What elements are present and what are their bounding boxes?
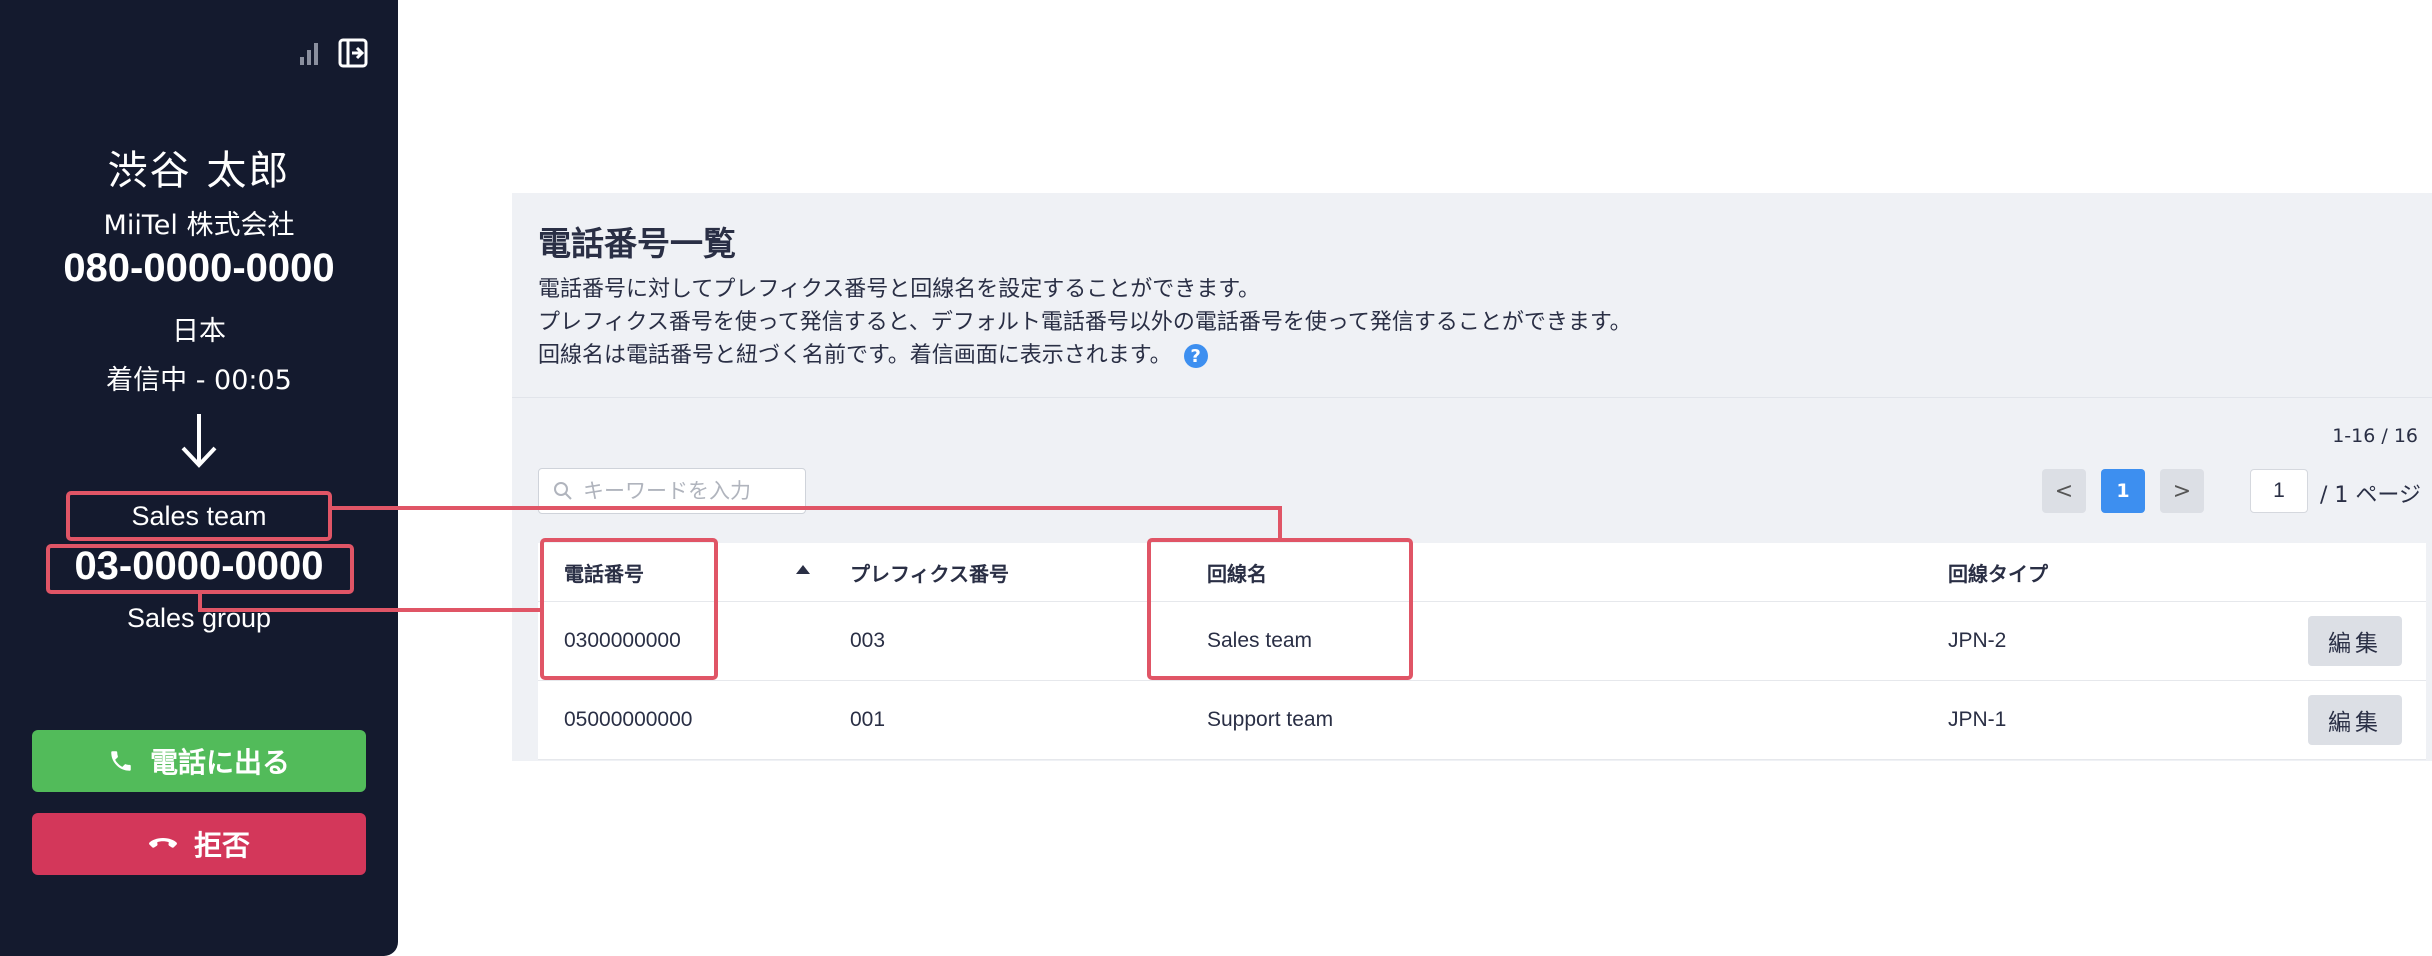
phone-number-list-page: 電話番号一覧 電話番号に対してプレフィクス番号と回線名を設定することができます。… [512, 193, 2432, 761]
annotation-connector [1278, 506, 1282, 540]
cell-phone-number: 05000000000 [564, 708, 693, 731]
cell-line-name: Support team [1207, 708, 1334, 731]
decline-button[interactable]: 拒否 [32, 813, 366, 875]
cell-line-type: JPN-1 [1948, 708, 2007, 731]
signal-icon [300, 41, 318, 65]
caller-country: 日本 [172, 316, 226, 347]
annotation-connector [331, 506, 1282, 510]
help-icon[interactable]: ? [1183, 344, 1208, 368]
answer-button[interactable]: 電話に出る [32, 730, 366, 792]
annotation-box-line-name-column [1147, 538, 1413, 680]
hangup-icon [149, 838, 177, 848]
exit-panel-icon[interactable] [338, 38, 368, 68]
decline-label: 拒否 [193, 829, 250, 862]
search-icon [554, 482, 572, 500]
table-header: 電話番号 プレフィクス番号 回線名 回線タイプ [538, 543, 2426, 602]
caller-number: 080-0000-0000 [63, 246, 335, 290]
table-row: 0300000000 003 Sales team JPN-2 編集 [538, 602, 2426, 681]
edit-button[interactable]: 編集 [2308, 616, 2402, 666]
search-input[interactable] [581, 478, 785, 504]
page-title: 電話番号一覧 [538, 224, 736, 263]
table-row: 05000000000 001 Support team JPN-1 編集 [538, 681, 2426, 760]
cell-prefix: 001 [850, 708, 886, 731]
caller-company: MiiTel 株式会社 [103, 210, 295, 241]
cell-line-type: JPN-2 [1948, 629, 2007, 652]
phone-number-table: 電話番号 プレフィクス番号 回線名 回線タイプ 0300000000 003 S… [538, 543, 2426, 760]
edit-button[interactable]: 編集 [2308, 695, 2402, 745]
header-prefix[interactable]: プレフィクス番号 [850, 543, 1009, 601]
pagination-next-button[interactable]: > [2160, 469, 2204, 513]
annotation-box-line-name [66, 491, 332, 541]
annotation-box-phone-column [540, 538, 718, 680]
arrow-down-icon [181, 414, 217, 468]
result-count: 1-16 / 16 [2332, 425, 2418, 447]
description-line-2: プレフィクス番号を使って発信すると、デフォルト電話番号以外の電話番号を使って発信… [538, 310, 1632, 335]
divider [512, 397, 2432, 398]
annotation-connector [198, 608, 542, 612]
description-line-1: 電話番号に対してプレフィクス番号と回線名を設定することができます。 [538, 277, 1261, 302]
phone-icon [111, 751, 131, 771]
cell-prefix: 003 [850, 629, 886, 652]
sort-up-icon[interactable] [796, 565, 810, 574]
description-line-3-text: 回線名は電話番号と紐づく名前です。着信画面に表示されます。 [538, 343, 1172, 368]
pagination-page-1[interactable]: 1 [2101, 469, 2145, 513]
header-line-type[interactable]: 回線タイプ [1948, 543, 2048, 601]
annotation-box-line-number [46, 544, 354, 594]
panel-top-icons [300, 38, 368, 68]
page-number-input[interactable] [2250, 469, 2308, 513]
page-total: / 1 ページ [2320, 483, 2421, 508]
call-status: 着信中 - 00:05 [106, 365, 292, 396]
answer-label: 電話に出る [149, 746, 290, 779]
pagination-prev-button[interactable]: < [2042, 469, 2086, 513]
description-line-3: 回線名は電話番号と紐づく名前です。着信画面に表示されます。? [538, 337, 1208, 369]
incoming-call-panel: 渋谷 太郎 MiiTel 株式会社 080-0000-0000 日本 着信中 -… [0, 0, 398, 956]
caller-name: 渋谷 太郎 [107, 148, 291, 194]
